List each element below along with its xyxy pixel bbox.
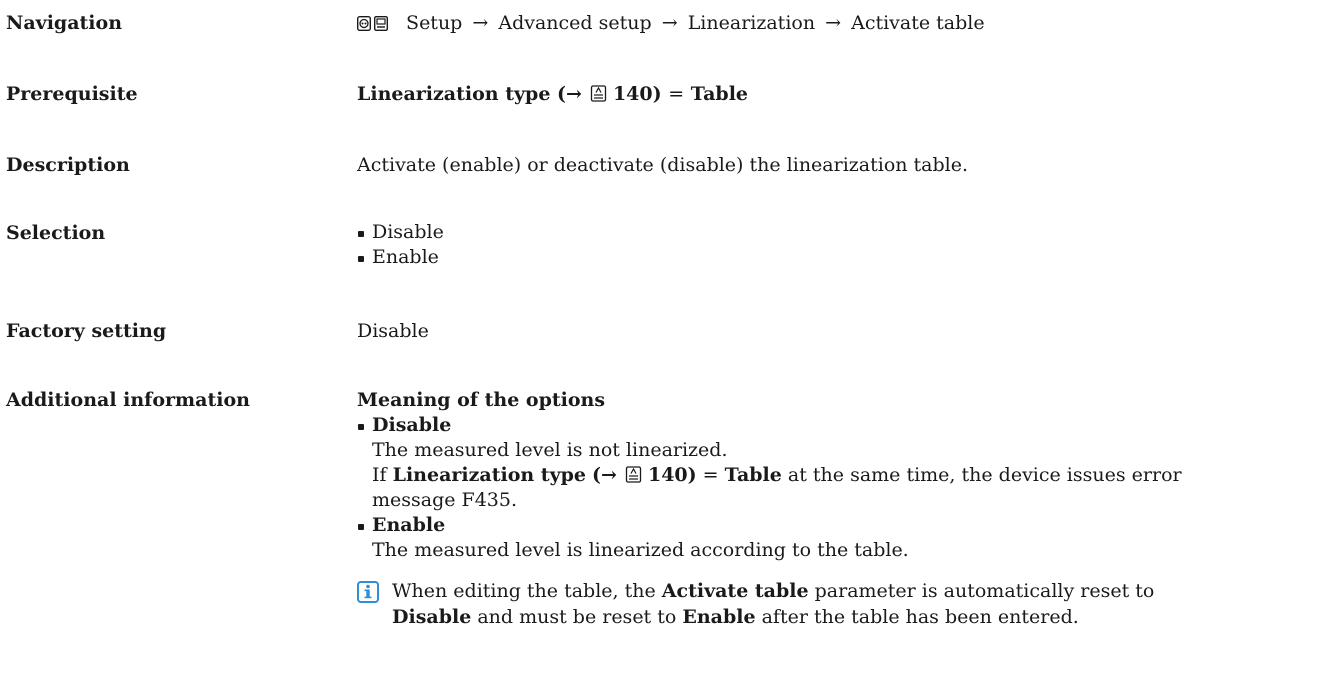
note-fragment: When editing the table, the (392, 580, 656, 602)
value-table: Table (724, 464, 782, 486)
book-icon (590, 85, 607, 102)
option-enable-title: Enable (372, 514, 446, 536)
additional-info-label: Additional information (6, 389, 250, 411)
info-note: When editing the table, the Activate tab… (357, 578, 1317, 630)
document-page: Navigation Setup → Advanced setup → Line… (0, 0, 1325, 684)
prerequisite-parameter: Linearization type (357, 83, 551, 105)
text-fragment: at the same time, the device issues erro… (787, 464, 1182, 486)
selection-option: Enable (357, 245, 1317, 270)
prerequisite-ref-page: 140) (612, 83, 662, 105)
prerequisite-equals: = (668, 83, 685, 105)
reference-page: 140) (647, 464, 697, 486)
option-disable-title: Disable (372, 414, 452, 436)
note-fragment: and must be reset to (477, 606, 677, 628)
option-disable-line1: The measured level is not linearized. (372, 439, 728, 461)
nav-arrow: → (825, 12, 842, 34)
note-fragment: parameter is automatically reset to (814, 580, 1155, 602)
factory-setting-label: Factory setting (6, 320, 167, 342)
navigation-label: Navigation (6, 12, 123, 34)
operating-icon (374, 16, 388, 31)
navigation-icons (357, 16, 388, 31)
option-disable-line3: message F435. (372, 489, 518, 511)
option-enable: Enable The measured level is linearized … (357, 513, 1317, 563)
nav-step-1: Setup (406, 12, 463, 34)
prerequisite-table-value: Table (690, 83, 749, 105)
nav-step-2: Advanced setup (498, 12, 652, 34)
note-parameter: Activate table (661, 580, 809, 602)
nav-step-4: Activate table (851, 12, 985, 34)
note-text: When editing the table, the Activate tab… (357, 578, 1317, 630)
additional-info-content: Meaning of the options Disable The measu… (357, 387, 1317, 563)
nav-arrow: → (472, 12, 489, 34)
description-text: Activate (enable) or deactivate (disable… (357, 154, 969, 176)
factory-setting-value: Disable (357, 320, 429, 342)
text-fragment: If (372, 464, 387, 486)
navigation-path: Setup → Advanced setup → Linearization →… (357, 10, 1317, 36)
note-value-enable: Enable (682, 606, 756, 628)
equals-sign: = (702, 464, 719, 486)
reference-prefix: (→ (592, 464, 617, 486)
note-value-disable: Disable (392, 606, 472, 628)
nav-step-3: Linearization (687, 12, 816, 34)
selection-option: Disable (357, 220, 1317, 245)
selection-options: Disable Enable (357, 220, 1317, 270)
description-label: Description (6, 154, 130, 176)
option-enable-line1: The measured level is linearized accordi… (372, 539, 909, 561)
book-icon (625, 466, 642, 483)
nav-arrow: → (661, 12, 678, 34)
parameter-name: Linearization type (392, 464, 586, 486)
prerequisite-value: Linearization type (→ 140) = Table (357, 81, 1317, 107)
prerequisite-ref-prefix: (→ (557, 83, 582, 105)
selection-label: Selection (6, 222, 106, 244)
options-heading: Meaning of the options (357, 389, 606, 411)
info-icon (357, 581, 379, 603)
note-fragment: after the table has been entered. (761, 606, 1079, 628)
option-disable-line2: If Linearization type (→ 140) = Table at… (372, 463, 1317, 488)
option-disable: Disable The measured level is not linear… (357, 413, 1317, 513)
prerequisite-label: Prerequisite (6, 83, 138, 105)
display-icon (357, 16, 371, 31)
